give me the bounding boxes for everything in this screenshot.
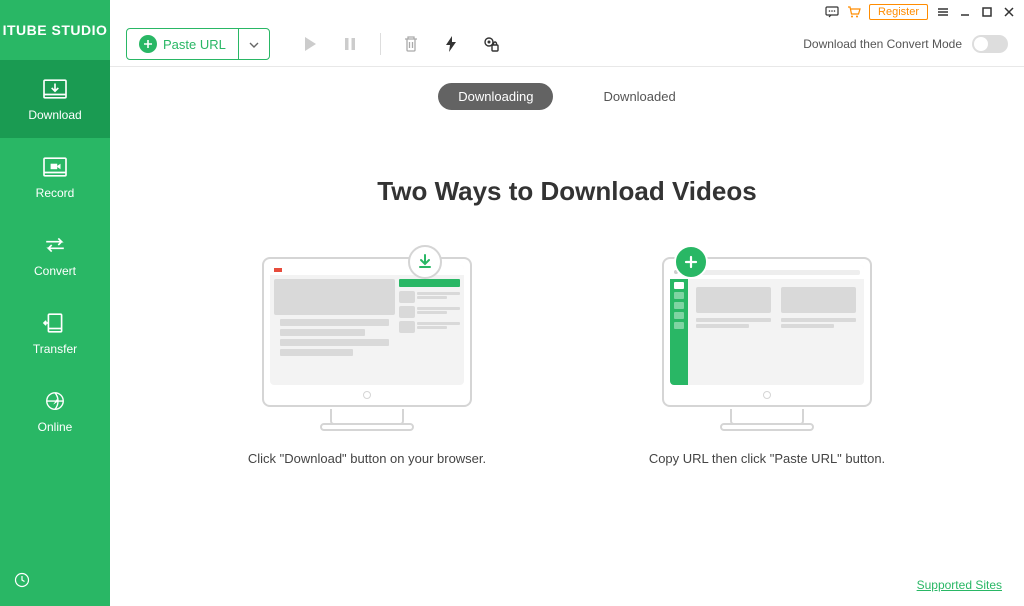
tab-downloaded[interactable]: Downloaded (583, 83, 695, 110)
convert-mode-toggle: Download then Convert Mode (803, 35, 1008, 53)
browser-illustration (262, 257, 472, 407)
page-heading: Two Ways to Download Videos (377, 176, 756, 207)
sidebar-item-label: Download (28, 108, 81, 122)
method-caption: Copy URL then click "Paste URL" button. (637, 449, 897, 469)
privacy-button[interactable] (473, 28, 509, 60)
close-icon[interactable] (1002, 5, 1016, 19)
trash-button[interactable] (393, 28, 429, 60)
maximize-icon[interactable] (980, 5, 994, 19)
minimize-icon[interactable] (958, 5, 972, 19)
sidebar-item-online[interactable]: Online (0, 372, 110, 450)
plus-badge-icon (674, 245, 708, 279)
app-logo: ITUBE STUDIO (3, 0, 108, 60)
sidebar-item-convert[interactable]: Convert (0, 216, 110, 294)
feedback-icon[interactable] (825, 5, 839, 19)
menu-icon[interactable] (936, 5, 950, 19)
main-area: Register Paste URL Download then Convert… (110, 0, 1024, 606)
titlebar: Register (110, 0, 1024, 22)
download-badge-icon (408, 245, 442, 279)
paste-illustration (662, 257, 872, 407)
separator (380, 33, 381, 55)
play-button[interactable] (292, 28, 328, 60)
record-icon (41, 156, 69, 178)
method-card-browser: Click "Download" button on your browser. (237, 257, 497, 469)
method-card-paste: Copy URL then click "Paste URL" button. (637, 257, 897, 469)
register-button[interactable]: Register (869, 4, 928, 20)
supported-sites-link[interactable]: Supported Sites (917, 578, 1002, 592)
sidebar-item-label: Record (36, 186, 75, 200)
paste-url-label: Paste URL (163, 37, 226, 52)
plus-icon (139, 35, 157, 53)
sidebar-item-label: Transfer (33, 342, 77, 356)
sidebar: ITUBE STUDIO Download Record Convert Tra… (0, 0, 110, 606)
tab-downloading[interactable]: Downloading (438, 83, 553, 110)
convert-icon (41, 234, 69, 256)
convert-mode-switch[interactable] (972, 35, 1008, 53)
paste-url-button[interactable]: Paste URL (126, 28, 270, 60)
turbo-button[interactable] (433, 28, 469, 60)
sidebar-item-download[interactable]: Download (0, 60, 110, 138)
sidebar-item-label: Online (38, 420, 73, 434)
tabs: Downloading Downloaded (110, 67, 1024, 126)
cart-icon[interactable] (847, 5, 861, 19)
sidebar-item-label: Convert (34, 264, 76, 278)
content: Two Ways to Download Videos (110, 126, 1024, 606)
convert-mode-label: Download then Convert Mode (803, 37, 962, 51)
download-icon (41, 78, 69, 100)
method-caption: Click "Download" button on your browser. (237, 449, 497, 469)
toolbar: Paste URL Download then Convert Mode (110, 22, 1024, 67)
online-icon (41, 390, 69, 412)
sidebar-item-transfer[interactable]: Transfer (0, 294, 110, 372)
pause-button[interactable] (332, 28, 368, 60)
paste-url-dropdown[interactable] (238, 29, 269, 59)
clock-icon[interactable] (14, 572, 30, 588)
sidebar-item-record[interactable]: Record (0, 138, 110, 216)
transfer-icon (41, 312, 69, 334)
